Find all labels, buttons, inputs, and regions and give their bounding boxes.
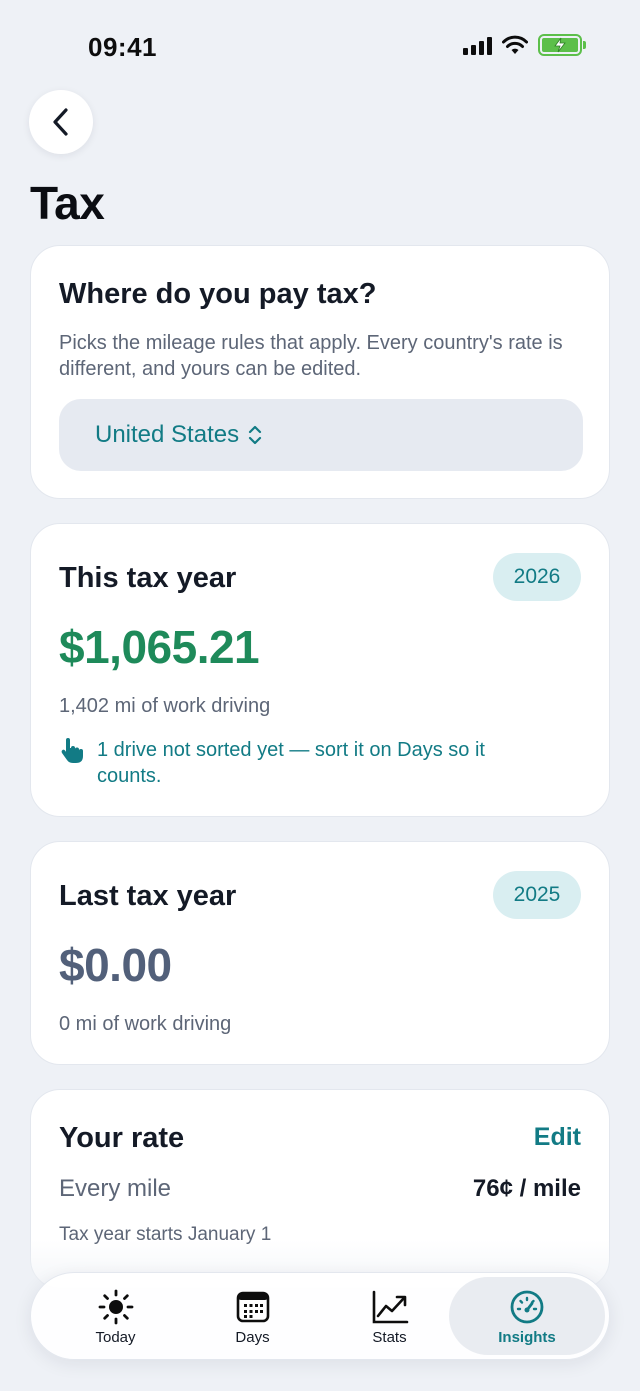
last-year-amount: $0.00	[59, 939, 172, 991]
year-badge: 2025	[493, 871, 581, 919]
this-tax-year-card: This tax year 2026 $1,065.21 1,402 mi of…	[30, 523, 610, 817]
battery-charging-icon	[538, 34, 586, 56]
back-button[interactable]	[29, 90, 93, 154]
tab-today[interactable]: Today	[47, 1277, 184, 1355]
tab-stats-label: Stats	[372, 1329, 407, 1346]
country-card-description: Picks the mileage rules that apply. Ever…	[59, 332, 563, 380]
last-tax-year-title: Last tax year	[59, 880, 237, 912]
tab-insights[interactable]: Insights	[449, 1277, 605, 1355]
unsorted-drive-notice[interactable]: 1 drive not sorted yet — sort it on Days…	[59, 737, 517, 789]
edit-rate-button[interactable]: Edit	[534, 1123, 581, 1152]
this-tax-year-title: This tax year	[59, 562, 237, 594]
your-rate-title: Your rate	[59, 1122, 185, 1154]
country-picker-value: United States	[95, 421, 240, 448]
tab-days[interactable]: Days	[184, 1277, 321, 1355]
tab-bar: Today Days Stats Insights	[30, 1272, 610, 1360]
status-bar: 09:41	[0, 0, 640, 90]
this-year-amount: $1,065.21	[59, 621, 260, 673]
country-card: Where do you pay tax? Picks the mileage …	[30, 245, 610, 499]
rate-value: 76¢ / mile	[472, 1175, 581, 1202]
last-year-miles: 0 mi of work driving	[59, 1013, 232, 1035]
wifi-icon	[502, 35, 528, 54]
hand-pointer-icon	[61, 738, 83, 763]
chevron-up-down-icon	[248, 425, 262, 445]
cellular-signal-icon	[463, 35, 492, 55]
tab-insights-label: Insights	[498, 1329, 556, 1346]
tab-stats[interactable]: Stats	[321, 1277, 458, 1355]
gauge-icon	[510, 1290, 544, 1324]
unsorted-notice-text: 1 drive not sorted yet — sort it on Days…	[97, 739, 485, 787]
chevron-left-icon	[53, 108, 68, 136]
tab-days-label: Days	[235, 1329, 270, 1346]
rate-label: Every mile	[59, 1175, 172, 1202]
chart-icon	[372, 1290, 408, 1324]
country-picker[interactable]: United States	[59, 399, 583, 471]
tab-today-label: Today	[95, 1329, 136, 1346]
calendar-icon	[236, 1291, 269, 1323]
year-badge: 2026	[493, 553, 581, 601]
country-card-title: Where do you pay tax?	[59, 278, 377, 310]
status-time: 09:41	[88, 32, 157, 62]
this-year-miles: 1,402 mi of work driving	[59, 695, 271, 717]
status-icons	[463, 34, 586, 56]
sun-icon	[98, 1289, 133, 1325]
page-title: Tax	[30, 177, 105, 229]
last-tax-year-card: Last tax year 2025 $0.00 0 mi of work dr…	[30, 841, 610, 1065]
